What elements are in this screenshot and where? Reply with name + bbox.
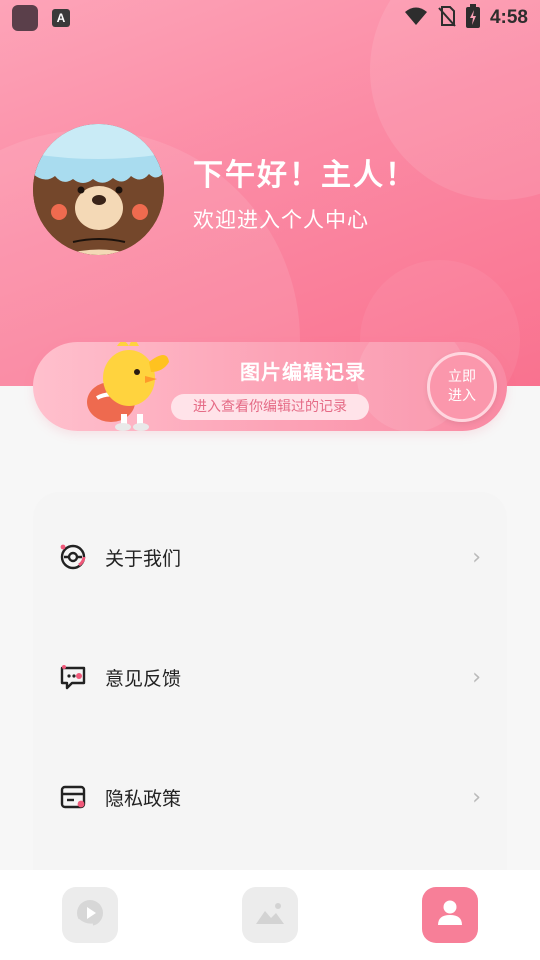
nav-image-button[interactable] xyxy=(242,887,298,943)
avatar[interactable] xyxy=(33,124,164,255)
edit-history-banner[interactable]: 图片编辑记录 进入查看你编辑过的记录 立即 进入 xyxy=(33,342,507,431)
user-icon xyxy=(435,898,465,932)
menu-item-privacy-policy[interactable]: 隐私政策 › xyxy=(33,767,507,827)
app-icon xyxy=(12,5,38,31)
enter-now-button[interactable]: 立即 进入 xyxy=(427,352,497,422)
status-bar: A 4:58 xyxy=(0,0,540,36)
greeting-title: 下午好！主人！ xyxy=(193,158,417,193)
wifi-icon xyxy=(404,6,428,30)
chevron-right-icon: › xyxy=(472,664,481,690)
banner-title: 图片编辑记录 xyxy=(240,360,366,384)
chick-mascot-icon xyxy=(87,342,169,431)
menu-item-label: 隐私政策 xyxy=(105,787,182,810)
nav-video-button[interactable] xyxy=(62,887,118,943)
feedback-icon xyxy=(59,663,87,691)
banner-subtitle: 进入查看你编辑过的记录 xyxy=(171,394,369,420)
bottom-nav xyxy=(0,870,540,960)
chevron-right-icon: › xyxy=(472,544,481,570)
nav-profile-button[interactable] xyxy=(422,887,478,943)
chevron-right-icon: › xyxy=(472,784,481,810)
greeting-subtitle: 欢迎进入个人中心 xyxy=(193,208,369,232)
menu-item-label: 意见反馈 xyxy=(105,667,182,690)
status-time: 4:58 xyxy=(489,7,528,28)
menu-item-label: 关于我们 xyxy=(105,547,182,570)
menu-item-feedback[interactable]: 意见反馈 › xyxy=(33,647,507,707)
a-icon: A xyxy=(52,9,70,27)
settings-menu: 关于我们 › 意见反馈 › 隐私政策 › xyxy=(33,492,507,912)
menu-item-about-us[interactable]: 关于我们 › xyxy=(33,527,507,587)
no-sim-icon xyxy=(438,5,456,31)
enter-now-label-line1: 立即 xyxy=(448,369,476,385)
enter-now-label-line2: 进入 xyxy=(448,388,476,404)
image-icon xyxy=(254,900,286,930)
privacy-icon xyxy=(59,783,87,811)
bear-avatar-icon xyxy=(33,124,164,255)
video-icon xyxy=(75,898,105,932)
about-icon xyxy=(59,543,87,571)
battery-charging-icon xyxy=(465,4,480,32)
